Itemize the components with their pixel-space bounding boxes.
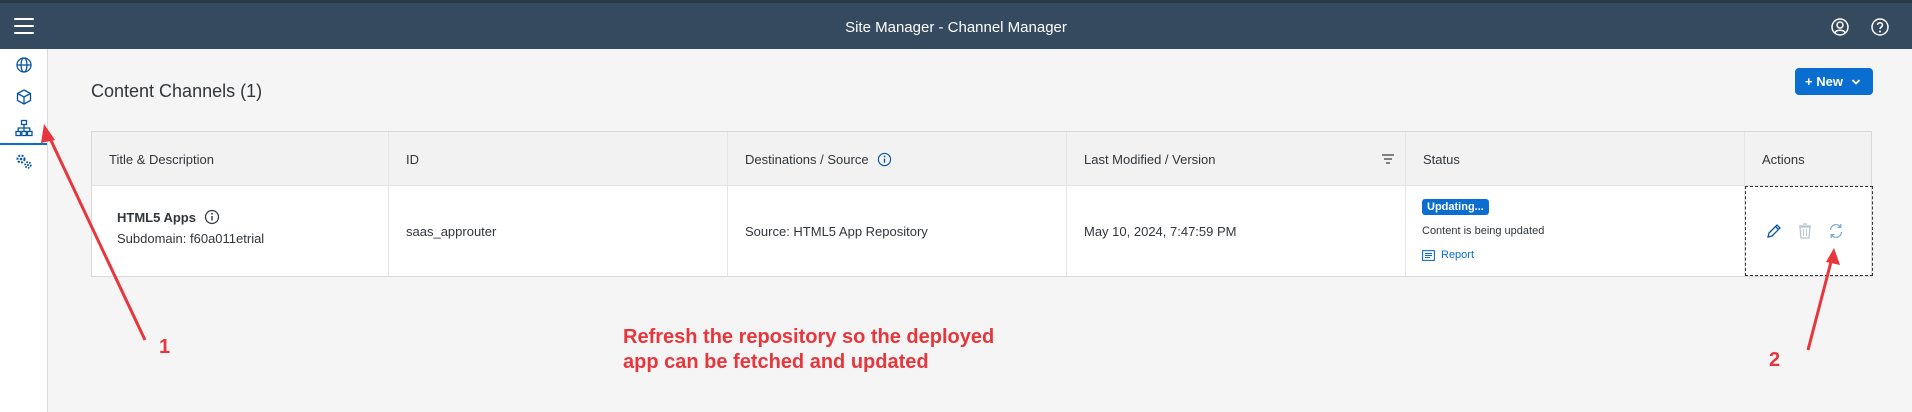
shell-bar: Site Manager - Channel Manager [0,0,1912,49]
cell-status: Updating... Content is being updated Rep… [1406,186,1745,276]
cell-last-modified: May 10, 2024, 7:47:59 PM [1067,186,1406,276]
new-button-label: + New [1805,74,1843,89]
cell-destinations-source: Source: HTML5 App Repository [728,186,1067,276]
channel-id: saas_approuter [406,224,497,239]
cube-icon [16,89,31,105]
sidebar-item-sites[interactable] [0,49,47,81]
edit-icon[interactable] [1765,222,1783,240]
column-title-description: Title & Description [92,132,389,186]
new-channel-button[interactable]: + New [1795,68,1873,95]
user-account-icon[interactable] [1830,17,1850,37]
table-header: Title & Description ID Destinations / So… [92,132,1871,186]
report-icon [1422,249,1435,261]
annotation-label-1: 1 [159,336,171,358]
info-icon[interactable] [204,209,220,225]
side-navigation [0,49,48,412]
channel-subdomain: Subdomain: f60a011etrial [117,231,265,246]
content-channels-table: Title & Description ID Destinations / So… [91,131,1873,277]
column-destinations-source: Destinations / Source [728,132,1067,186]
annotation-label-2: 2 [1769,349,1781,371]
refresh-icon[interactable] [1827,222,1845,240]
delete-icon[interactable] [1796,222,1814,240]
settings-gears-icon [16,154,32,169]
sitemap-icon [14,119,33,137]
channel-source: Source: HTML5 App Repository [745,224,928,239]
page-title: Content Channels (1) [91,81,263,101]
sidebar-item-settings[interactable] [0,145,47,177]
help-icon[interactable] [1870,17,1890,37]
column-last-modified: Last Modified / Version [1067,132,1406,186]
app-title: Site Manager - Channel Manager [845,19,1067,36]
column-id: ID [389,132,728,186]
sidebar-item-channel-manager[interactable] [0,113,47,145]
table-row[interactable]: HTML5 Apps Subdomain: f60a011etrial saas… [92,186,1873,276]
globe-icon [15,57,32,73]
chevron-down-icon [1851,78,1861,85]
sidebar-item-content[interactable] [0,81,47,113]
cell-actions [1745,186,1873,276]
channel-title: HTML5 Apps [117,209,196,225]
report-link[interactable]: Report [1422,249,1474,261]
cell-title-description: HTML5 Apps Subdomain: f60a011etrial [92,186,389,276]
cell-id: saas_approuter [389,186,728,276]
column-actions: Actions [1762,151,1805,167]
status-badge: Updating... [1422,199,1489,215]
column-status: Status [1406,132,1745,186]
status-text: Content is being updated [1422,225,1545,237]
filter-icon[interactable] [1382,154,1394,164]
last-modified-value: May 10, 2024, 7:47:59 PM [1084,224,1237,239]
info-icon[interactable] [877,152,892,167]
annotation-note: Refresh the repository so the deployed a… [623,326,995,373]
